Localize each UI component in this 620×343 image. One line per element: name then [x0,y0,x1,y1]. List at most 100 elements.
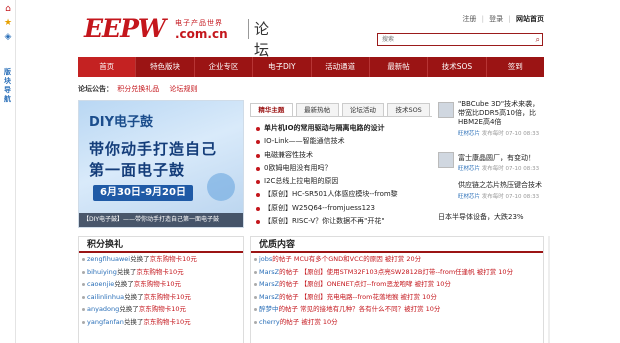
nav-item-checkin[interactable]: 签到 [487,57,544,77]
announcement-label: 论坛公告： [78,85,113,93]
main-nav: 首页 特色版块 企业专区 电子DIY 活动通道 最新帖 技术SOS 签到 [78,57,544,77]
list-item[interactable]: 单片机IO的常用驱动与隔离电路的设计 [256,122,434,135]
section-nav-label[interactable]: 版块导航 [4,68,12,104]
action-text: 兑换了 [116,267,137,276]
user-link[interactable]: caoenjie [87,280,114,288]
news-time: 发布每时 07-10 08:33 [481,131,540,137]
post-link[interactable]: 的帖子 MCU有多个GND和VCC的原因 被打赏 20分 [272,255,421,263]
tab-hot[interactable]: 最新热帖 [295,103,339,116]
action-text: 兑换了 [114,280,134,288]
nav-item-featured[interactable]: 特色版块 [136,57,195,77]
post-link[interactable]: 的帖子 被打赏 10分 [280,318,338,326]
item-link[interactable]: 京东购物卡10元 [143,318,190,326]
user-link[interactable]: yangfanfan [87,318,124,326]
user-link[interactable]: cherry [259,318,280,326]
user-link[interactable]: MarsZ [259,268,279,276]
news-title[interactable]: "BBCube 3D"技术来袭，带宽比DDR5高10倍，比HBM2E高4倍 [458,100,544,127]
search-box: ⌕ [377,33,543,46]
list-item[interactable]: 电磁兼容性技术 [256,149,434,162]
list-item: jobs的帖子 MCU有多个GND和VCC的原因 被打赏 20分 [251,253,543,266]
announcement-link-points[interactable]: 积分兑换礼品 [117,85,159,93]
list-item: cailinlinhua兑换了京东购物卡10元 [79,291,243,304]
banner-caption[interactable]: 【DIY电子鼓】——带你动手打造自己第一面电子鼓 [79,213,243,227]
item-link[interactable]: 京东购物卡10元 [136,268,183,276]
list-item: MarsZ的帖子 【原创】充电电路--from花落地猴 被打赏 10分 [251,291,543,304]
user-link[interactable]: zengfihuawei [87,255,130,263]
news-title[interactable]: 供应链之芯片热压键合技术 [458,181,544,190]
announcement-link-rules[interactable]: 论坛规则 [169,85,197,93]
list-item[interactable]: 【原创】HC-SR501人体感应模块--from黎 [256,188,434,201]
nav-item-diy[interactable]: 电子DIY [253,57,312,77]
action-text: 兑换了 [123,317,144,326]
news-source[interactable]: 旺材芯片 [458,166,480,172]
login-link[interactable]: 登录 [489,15,503,23]
news-source[interactable]: 旺材芯片 [458,194,480,200]
drum-graphic [207,173,235,201]
item-link[interactable]: 京东购物卡10元 [144,293,191,301]
list-item[interactable]: 0欧姆电阻没有用吗？ [256,162,434,175]
announcement-bar: 论坛公告： 积分兑换礼品 论坛规则 [78,84,197,94]
post-tabs: 精华主题 最新热帖 论坛活动 技术SOS [250,103,430,116]
star-icon[interactable]: ★ [3,18,13,28]
list-item: caoenjie兑换了京东购物卡10元 [79,278,243,291]
nav-item-latest[interactable]: 最新帖 [370,57,429,77]
item-link[interactable]: 京东购物卡10元 [150,255,197,263]
action-text: 兑换了 [124,292,144,301]
list-item: yangfanfan兑换了京东购物卡10元 [79,316,243,329]
user-link[interactable]: MarsZ [259,293,279,301]
list-item: cherry的帖子 被打赏 10分 [251,316,543,329]
post-link[interactable]: 的帖子 常见的接地有几种？各有什么不同？被打赏 10分 [279,305,441,313]
nav-item-events[interactable]: 活动通道 [312,57,370,77]
promo-banner[interactable]: DIY电子鼓 带你动手打造自己 第一面电子鼓 6月30日-9月20日 【DIY电… [78,100,244,228]
points-exchange-panel: 积分换礼 zengfihuawei兑换了京东购物卡10元 bihuiying兑换… [78,236,244,343]
tab-underline [250,116,432,117]
gamepad-icon[interactable]: ◈ [3,32,13,42]
tab-featured[interactable]: 精华主题 [250,103,293,116]
home-icon[interactable]: ⌂ [3,4,13,14]
user-link[interactable]: cailinlinhua [87,293,124,301]
user-link[interactable]: jobs [259,255,272,263]
news-source[interactable]: 旺材芯片 [458,131,480,137]
list-item: 醉梦中的帖子 常见的接地有几种？各有什么不同？被打赏 10分 [251,303,543,316]
item-link[interactable]: 京东购物卡10元 [134,280,181,288]
divider: | [481,15,484,23]
site-logo[interactable]: EEPW 电子产品世界 .com.cn 论坛 [84,16,274,60]
list-item: MarsZ的帖子 【原创】ONENET点灯--from恶龙咆哮 被打赏 10分 [251,278,543,291]
scroll-track[interactable] [548,236,550,343]
news-thumbnail[interactable] [438,102,454,118]
forum-label: 论坛 [254,20,270,59]
user-link[interactable]: MarsZ [259,280,279,288]
banner-date: 6月30日-9月20日 [93,185,193,201]
list-item[interactable]: IO-Link——智能通信技术 [256,135,434,148]
list-item: bihuiying兑换了京东购物卡10元 [79,266,243,279]
post-link[interactable]: 的帖子 【原创】ONENET点灯--from恶龙咆哮 被打赏 10分 [279,280,451,288]
list-item[interactable]: 【原创】RISC-V？你让数据不再"开花" [256,215,434,228]
nav-item-home[interactable]: 首页 [78,57,137,77]
panel-title: 积分换礼 [79,237,243,253]
news-meta: 旺材芯片 发布每时 07-10 08:33 [458,192,539,200]
news-title[interactable]: 富士康晶圆厂，有变动！ [458,154,544,163]
tab-sos[interactable]: 技术SOS [387,103,430,116]
item-link[interactable]: 京东购物卡10元 [139,305,186,313]
register-link[interactable]: 注册 [462,15,476,23]
search-input[interactable] [378,34,528,45]
post-link[interactable]: 的帖子 【原创】使用STM32F103点亮SW2812B灯带--from任逢帆 … [279,268,513,276]
news-title[interactable]: 日本半导体设备，大跌23% [438,213,544,222]
site-home-link[interactable]: 网站首页 [516,15,544,23]
news-meta: 旺材芯片 发布每时 07-10 08:33 [458,129,539,137]
news-time: 发布每时 07-10 08:33 [481,194,540,200]
list-item[interactable]: 【原创】W25Q64--fromjuess123 [256,202,434,215]
user-link[interactable]: bihuiying [87,268,117,276]
tab-activities[interactable]: 论坛活动 [341,103,385,116]
user-link[interactable]: anyadong [87,305,119,313]
news-thumbnail[interactable] [438,152,454,168]
list-item[interactable]: I2C总线上拉电阻的原因 [256,175,434,188]
panel-title: 优质内容 [251,237,543,253]
search-icon[interactable]: ⌕ [536,35,540,45]
nav-item-enterprise[interactable]: 企业专区 [195,57,254,77]
banner-headline-2: 第一面电子鼓 [89,161,186,179]
user-link[interactable]: 醉梦中 [259,305,279,313]
post-link[interactable]: 的帖子 【原创】充电电路--from花落地猴 被打赏 10分 [279,293,437,301]
action-text: 兑换了 [119,305,139,313]
nav-item-sos[interactable]: 技术SOS [428,57,487,77]
